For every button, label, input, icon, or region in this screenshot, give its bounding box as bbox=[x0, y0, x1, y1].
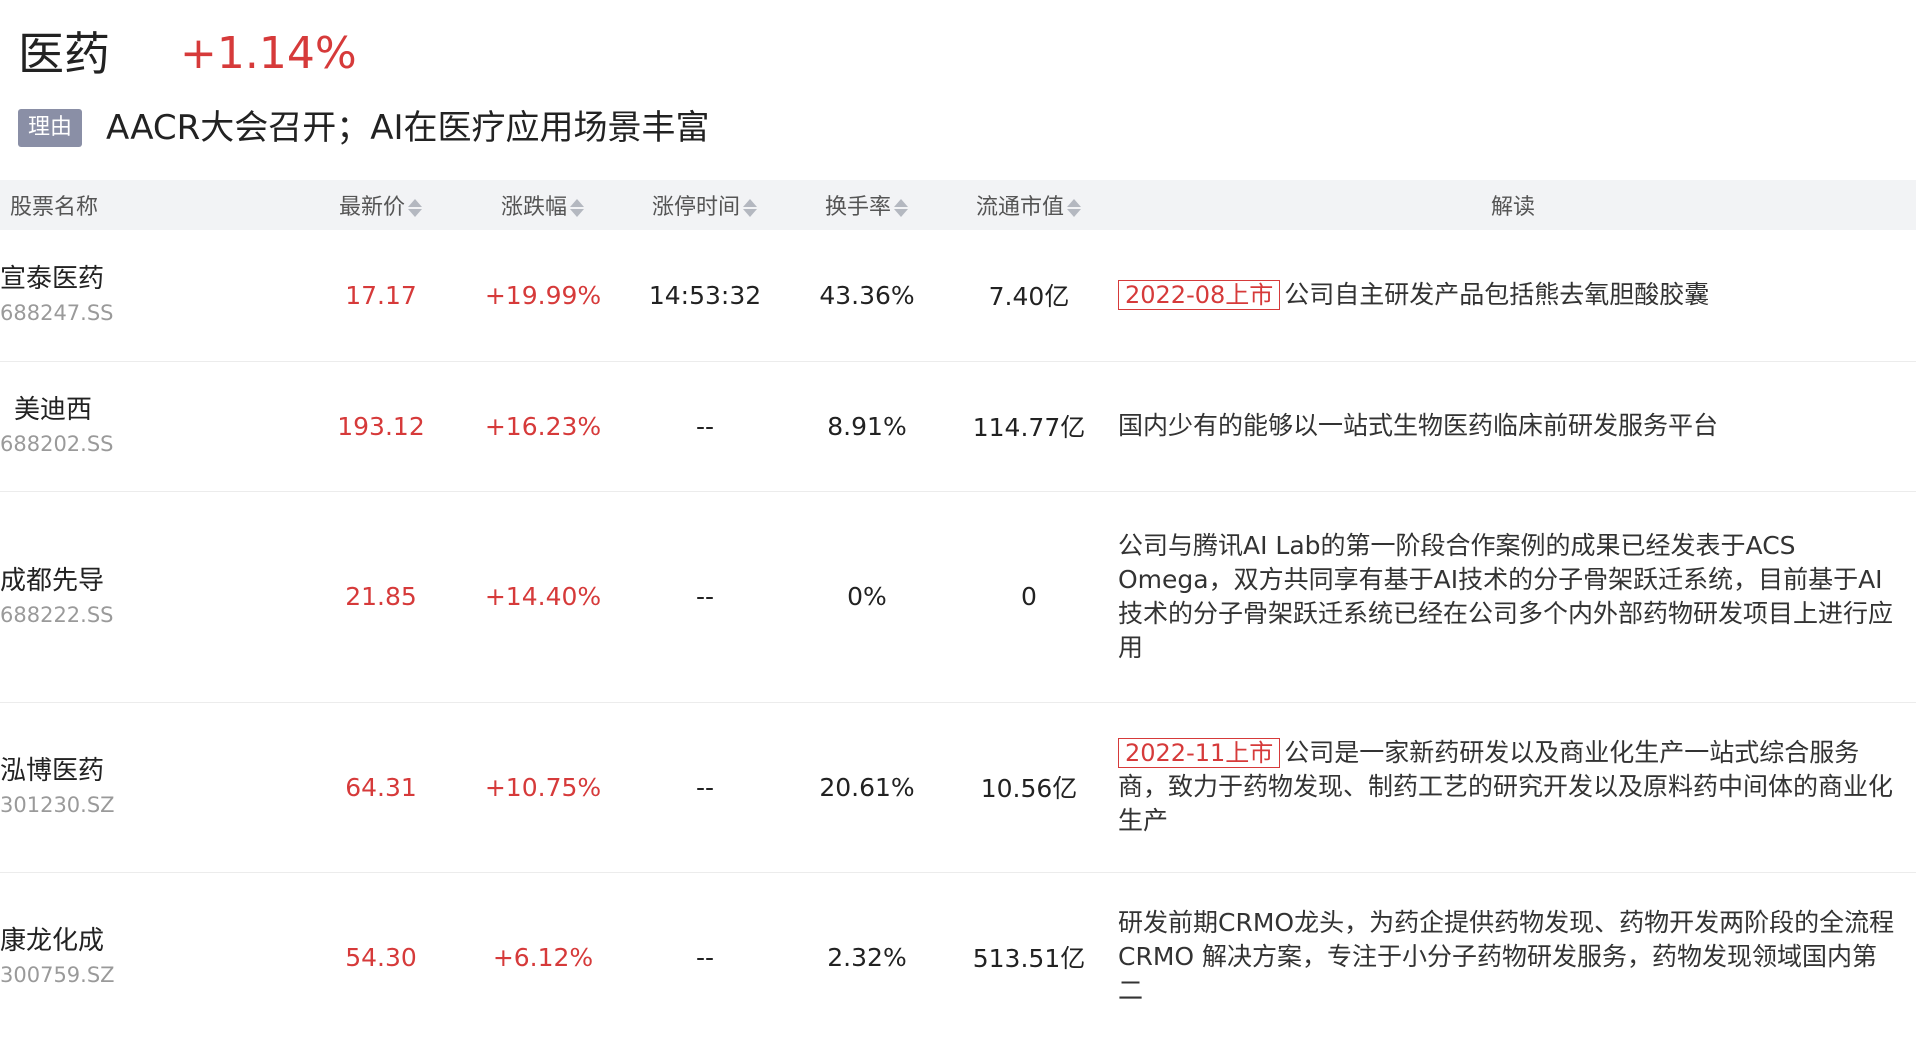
header-turnover-label: 换手率 bbox=[824, 195, 891, 220]
price-cell: 193.12 bbox=[337, 411, 425, 441]
stock-code: 301230.SZ bbox=[0, 793, 115, 817]
header-price[interactable]: 最新价 bbox=[300, 180, 462, 230]
table-row[interactable]: 宣泰医药 688247.SS 17.17 +19.99% 14:53:32 43… bbox=[0, 230, 1916, 361]
analysis-text: 研发前期CRMO龙头，为药企提供药物发现、药物开发两阶段的全流程 CRMO 解决… bbox=[1110, 906, 1902, 1008]
table-header-row: 股票名称 最新价 涨跌幅 涨停时间 换手率 流通市值 解读 bbox=[0, 180, 1916, 230]
header-stock-name: 股票名称 bbox=[0, 180, 300, 230]
analysis-text: 国内少有的能够以一站式生物医药临床前研发服务平台 bbox=[1110, 409, 1902, 443]
analysis-cell: 2022-11上市 公司是一家新药研发以及商业化生产一站式综合服务商，致力于药物发… bbox=[1110, 702, 1916, 872]
stock-code: 688222.SS bbox=[0, 602, 114, 627]
turnover-cell: 2.32% bbox=[827, 942, 907, 972]
analysis-cell: 国内少有的能够以一站式生物医药临床前研发服务平台 bbox=[1110, 361, 1916, 491]
sector-title: 医药 bbox=[18, 27, 110, 81]
stock-code: 688202.SS bbox=[0, 432, 114, 456]
sort-icon[interactable] bbox=[742, 197, 758, 219]
header-price-label: 最新价 bbox=[338, 195, 405, 220]
market-cap-cell: 114.77亿 bbox=[972, 413, 1086, 442]
analysis-text: 2022-11上市 公司是一家新药研发以及商业化生产一站式综合服务商，致力于药物发… bbox=[1110, 736, 1902, 838]
ipo-tag: 2022-08上市 bbox=[1118, 280, 1281, 311]
analysis-body: 国内少有的能够以一站式生物医药临床前研发服务平台 bbox=[1118, 411, 1719, 440]
analysis-body: 公司自主研发产品包括熊去氧胆酸胶囊 bbox=[1284, 280, 1710, 310]
header-analysis: 解读 bbox=[1110, 180, 1916, 230]
reason-tag: 理由 bbox=[18, 109, 83, 147]
header-stock-name-label: 股票名称 bbox=[10, 195, 99, 220]
sort-icon[interactable] bbox=[893, 197, 909, 219]
price-cell: 64.31 bbox=[345, 772, 417, 802]
stock-code: 688247.SS bbox=[0, 301, 114, 326]
change-cell: +10.75% bbox=[484, 772, 602, 802]
header-change-label: 涨跌幅 bbox=[500, 195, 567, 220]
limit-time-cell: -- bbox=[695, 411, 715, 441]
turnover-cell: 20.61% bbox=[819, 772, 915, 802]
turnover-cell: 0% bbox=[847, 582, 887, 611]
change-cell: +6.12% bbox=[492, 942, 594, 972]
market-cap-cell: 7.40亿 bbox=[988, 282, 1070, 312]
price-cell: 54.30 bbox=[345, 942, 417, 972]
sort-icon[interactable] bbox=[1066, 197, 1082, 219]
analysis-cell: 2022-08上市 公司自主研发产品包括熊去氧胆酸胶囊 bbox=[1110, 230, 1916, 361]
market-cap-cell: 513.51亿 bbox=[972, 944, 1086, 974]
analysis-body: 公司与腾讯AI Lab的第一阶段合作案例的成果已经发表于ACS Omega，双方… bbox=[1118, 530, 1894, 662]
sector-change: +1.14% bbox=[180, 28, 357, 79]
turnover-cell: 8.91% bbox=[827, 411, 907, 441]
analysis-cell: 研发前期CRMO龙头，为药企提供药物发现、药物开发两阶段的全流程 CRMO 解决… bbox=[1110, 872, 1916, 1042]
stock-name[interactable]: 宣泰医药 bbox=[0, 261, 300, 297]
stock-name[interactable]: 美迪西 bbox=[0, 392, 300, 428]
stock-code: 300759.SZ bbox=[0, 963, 115, 988]
limit-time-cell: -- bbox=[695, 772, 715, 802]
ipo-tag: 2022-11上市 bbox=[1118, 738, 1281, 768]
sector-header: 医药 +1.14% 理由 AACR大会召开；AI在医疗应用场景丰富 bbox=[0, 0, 1916, 180]
change-cell: +14.40% bbox=[484, 582, 602, 611]
limit-time-cell: 14:53:32 bbox=[648, 280, 762, 310]
reason-text: AACR大会召开；AI在医疗应用场景丰富 bbox=[106, 108, 710, 148]
price-cell: 21.85 bbox=[345, 582, 417, 611]
analysis-body: 研发前期CRMO龙头，为药企提供药物发现、药物开发两阶段的全流程 CRMO 解决… bbox=[1118, 908, 1895, 1006]
table-row[interactable]: 美迪西 688202.SS 193.12 +16.23% -- 8.91% 11… bbox=[0, 361, 1916, 491]
change-cell: +16.23% bbox=[484, 411, 602, 441]
stock-cell: 宣泰医药 688247.SS bbox=[0, 230, 300, 361]
turnover-cell: 43.36% bbox=[819, 280, 915, 310]
header-limit-time[interactable]: 涨停时间 bbox=[624, 180, 786, 230]
stock-cell: 泓博医药 301230.SZ bbox=[0, 702, 300, 872]
sort-icon[interactable] bbox=[407, 197, 423, 219]
market-cap-cell: 0 bbox=[1021, 582, 1037, 611]
stock-name[interactable]: 康龙化成 bbox=[0, 923, 300, 959]
analysis-text: 公司与腾讯AI Lab的第一阶段合作案例的成果已经发表于ACS Omega，双方… bbox=[1110, 529, 1902, 665]
analysis-text: 2022-08上市 公司自主研发产品包括熊去氧胆酸胶囊 bbox=[1110, 278, 1902, 312]
header-turnover[interactable]: 换手率 bbox=[786, 180, 948, 230]
sort-icon[interactable] bbox=[569, 197, 585, 219]
stock-name[interactable]: 成都先导 bbox=[0, 563, 300, 599]
table-row[interactable]: 成都先导 688222.SS 21.85 +14.40% -- 0% 0 公司与… bbox=[0, 491, 1916, 702]
table-row[interactable]: 康龙化成 300759.SZ 54.30 +6.12% -- 2.32% 513… bbox=[0, 872, 1916, 1042]
stock-table: 股票名称 最新价 涨跌幅 涨停时间 换手率 流通市值 解读 宣泰医药 68824… bbox=[0, 180, 1916, 1042]
stock-cell: 美迪西 688202.SS bbox=[0, 361, 300, 491]
header-limit-time-label: 涨停时间 bbox=[651, 195, 740, 220]
analysis-cell: 公司与腾讯AI Lab的第一阶段合作案例的成果已经发表于ACS Omega，双方… bbox=[1110, 491, 1916, 702]
header-market-cap-label: 流通市值 bbox=[975, 195, 1064, 220]
limit-time-cell: -- bbox=[695, 942, 715, 972]
stock-cell: 成都先导 688222.SS bbox=[0, 491, 300, 702]
table-row[interactable]: 泓博医药 301230.SZ 64.31 +10.75% -- 20.61% 1… bbox=[0, 702, 1916, 872]
market-cap-cell: 10.56亿 bbox=[980, 774, 1078, 803]
reason-row: 理由 AACR大会召开；AI在医疗应用场景丰富 bbox=[18, 106, 710, 150]
stock-name[interactable]: 泓博医药 bbox=[0, 753, 300, 789]
stock-cell: 康龙化成 300759.SZ bbox=[0, 872, 300, 1042]
limit-time-cell: -- bbox=[695, 582, 715, 611]
header-market-cap[interactable]: 流通市值 bbox=[948, 180, 1110, 230]
price-cell: 17.17 bbox=[345, 280, 417, 310]
change-cell: +19.99% bbox=[484, 280, 602, 310]
header-change[interactable]: 涨跌幅 bbox=[462, 180, 624, 230]
header-analysis-label: 解读 bbox=[1490, 195, 1535, 220]
